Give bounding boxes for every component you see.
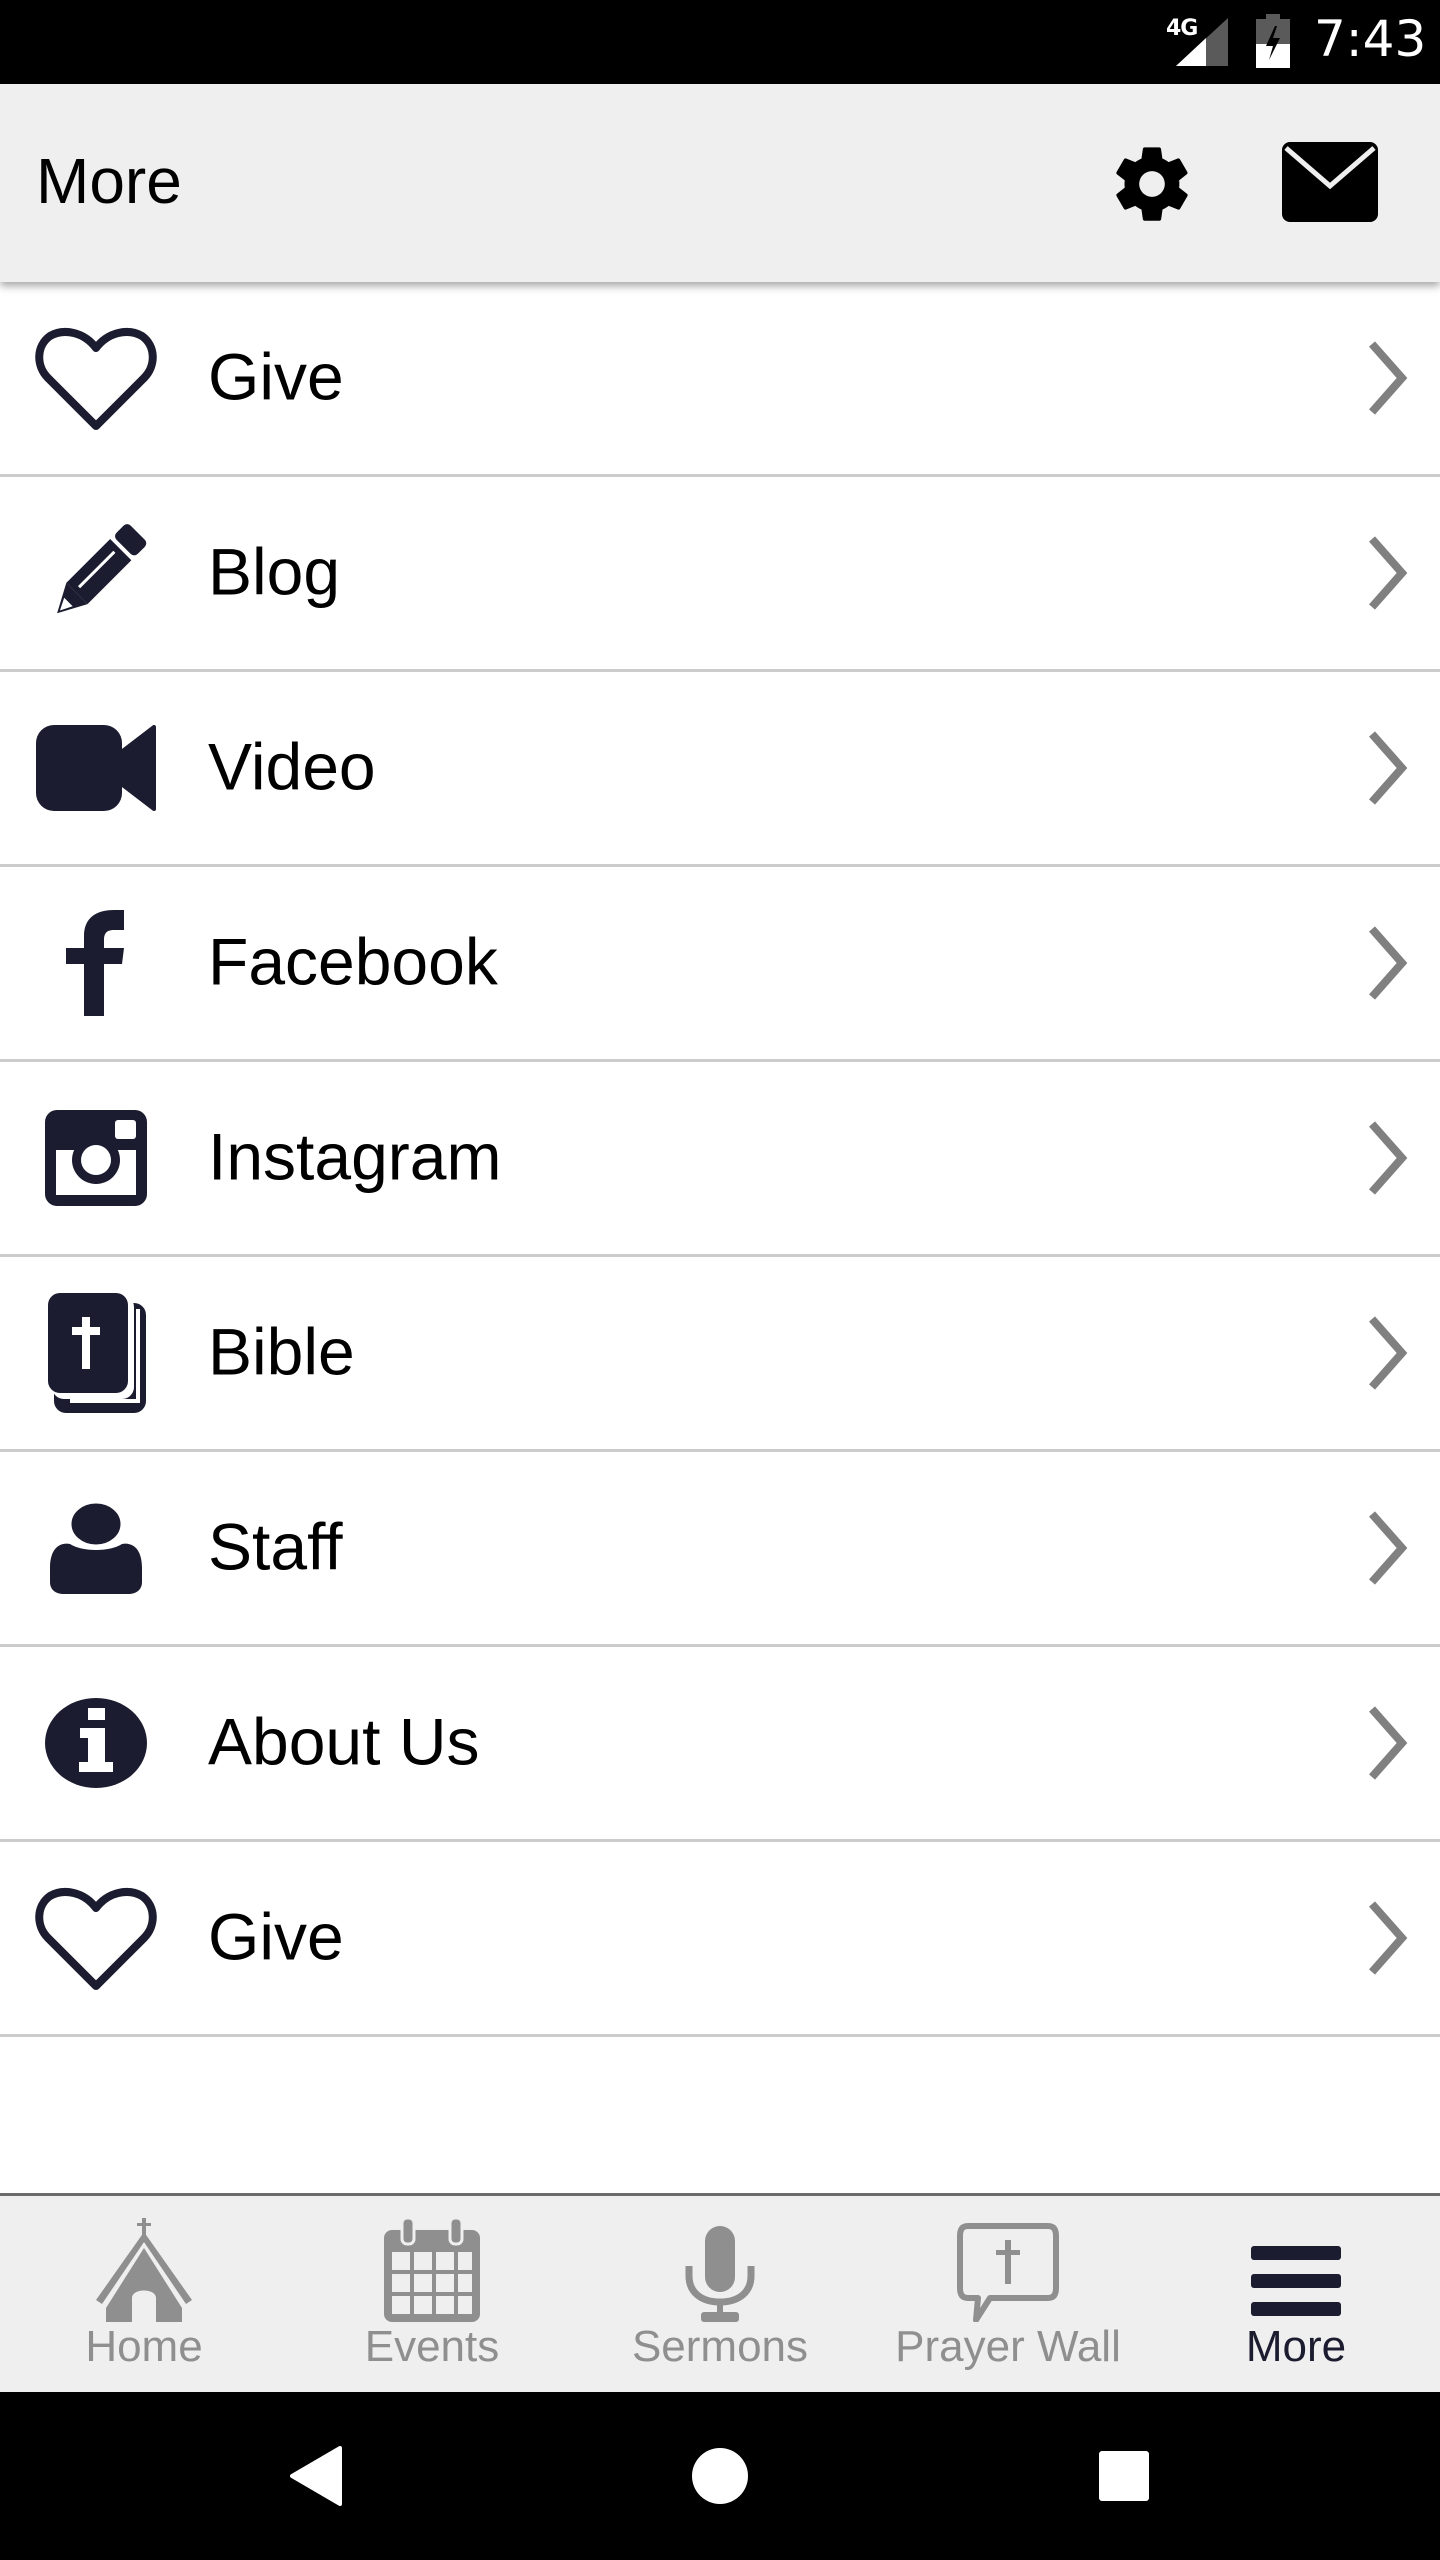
bible-icon bbox=[34, 1293, 158, 1413]
chevron-right-icon bbox=[1369, 1706, 1408, 1780]
gear-icon[interactable] bbox=[1108, 140, 1196, 228]
menu-item-label: Staff bbox=[208, 1509, 343, 1584]
recents-square-icon bbox=[1099, 2451, 1149, 2501]
tab-prayer-wall[interactable]: Prayer Wall bbox=[864, 2196, 1152, 2392]
menu-item-label: Bible bbox=[208, 1314, 355, 1389]
menu-item-staff[interactable]: Staff bbox=[0, 1452, 1440, 1647]
menu-item-bible[interactable]: Bible bbox=[0, 1257, 1440, 1452]
back-button[interactable] bbox=[280, 2440, 352, 2512]
signal-icon bbox=[1176, 18, 1228, 66]
chevron-right-icon bbox=[1369, 1511, 1408, 1585]
chevron-right-icon bbox=[1369, 1121, 1408, 1195]
tab-label: Sermons bbox=[631, 2322, 809, 2371]
system-nav-bar bbox=[0, 2392, 1440, 2560]
chevron-right-icon bbox=[1369, 731, 1408, 805]
menu-item-facebook[interactable]: Facebook bbox=[0, 867, 1440, 1062]
video-camera-icon bbox=[34, 713, 158, 823]
chevron-right-icon bbox=[1369, 1901, 1408, 1975]
menu-item-label: Give bbox=[208, 339, 344, 414]
home-button[interactable] bbox=[684, 2440, 756, 2512]
menu-item-video[interactable]: Video bbox=[0, 672, 1440, 867]
heart-icon bbox=[34, 323, 158, 433]
menu-item-instagram[interactable]: Instagram bbox=[0, 1062, 1440, 1257]
bottom-nav: Home Events Sermons Prayer Wall More bbox=[0, 2193, 1440, 2392]
page-title: More bbox=[36, 145, 182, 217]
menu-item-label: Give bbox=[208, 1899, 344, 1974]
menu-item-about-us[interactable]: About Us bbox=[0, 1647, 1440, 1842]
chevron-right-icon bbox=[1369, 1316, 1408, 1390]
info-icon bbox=[34, 1688, 158, 1798]
envelope-icon[interactable] bbox=[1282, 142, 1378, 222]
recents-button[interactable] bbox=[1088, 2440, 1160, 2512]
pencil-icon bbox=[34, 518, 158, 628]
back-icon bbox=[290, 2446, 342, 2506]
chevron-right-icon bbox=[1369, 536, 1408, 610]
tab-label: Prayer Wall bbox=[895, 2322, 1121, 2371]
heart-icon bbox=[34, 1883, 158, 1993]
menu-item-give-2[interactable]: Give bbox=[0, 1842, 1440, 2037]
menu-item-label: Video bbox=[208, 729, 376, 804]
church-icon bbox=[89, 2218, 199, 2322]
menu-item-label: About Us bbox=[208, 1704, 480, 1779]
chevron-right-icon bbox=[1369, 926, 1408, 1000]
person-icon bbox=[34, 1493, 158, 1603]
tab-events[interactable]: Events bbox=[288, 2196, 576, 2392]
menu-item-give[interactable]: Give bbox=[0, 282, 1440, 477]
facebook-icon bbox=[34, 908, 158, 1018]
status-bar: 4G 7:43 bbox=[0, 0, 1440, 84]
chevron-right-icon bbox=[1369, 341, 1408, 415]
tab-label: More bbox=[1245, 2322, 1347, 2371]
menu-item-label: Facebook bbox=[208, 924, 498, 999]
menu-item-blog[interactable]: Blog bbox=[0, 477, 1440, 672]
clock: 7:43 bbox=[1314, 10, 1427, 68]
tab-label: Home bbox=[85, 2322, 203, 2371]
calendar-icon bbox=[377, 2218, 487, 2322]
hamburger-menu-icon bbox=[1241, 2218, 1351, 2322]
menu-list: Give Blog Video Facebook Instagram Bible… bbox=[0, 282, 1440, 2037]
tab-sermons[interactable]: Sermons bbox=[576, 2196, 864, 2392]
app-bar: More bbox=[0, 84, 1440, 282]
battery-charging-icon bbox=[1256, 14, 1290, 68]
tab-more[interactable]: More bbox=[1152, 2196, 1440, 2392]
menu-item-label: Blog bbox=[208, 534, 341, 609]
tab-home[interactable]: Home bbox=[0, 2196, 288, 2392]
tab-label: Events bbox=[364, 2322, 500, 2371]
microphone-icon bbox=[665, 2218, 775, 2322]
menu-item-label: Instagram bbox=[208, 1119, 502, 1194]
home-circle-icon bbox=[692, 2448, 748, 2504]
instagram-icon bbox=[34, 1103, 158, 1213]
prayer-bubble-icon bbox=[953, 2218, 1063, 2322]
